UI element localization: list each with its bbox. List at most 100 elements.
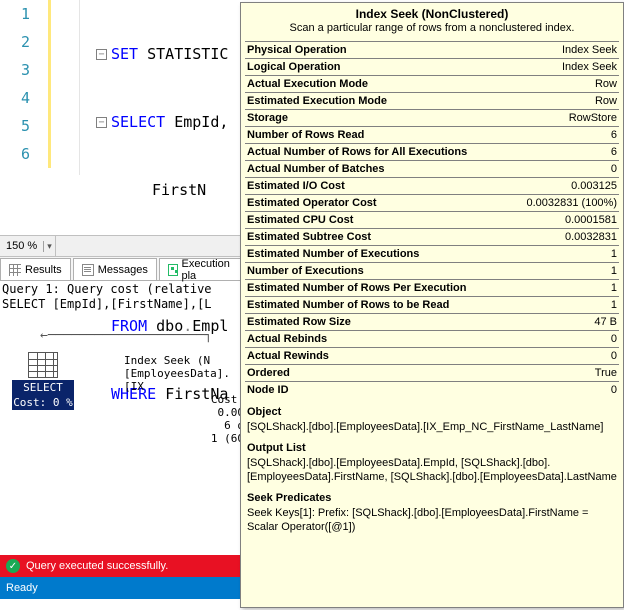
property-row: Actual Rewinds 0 <box>245 347 619 364</box>
property-key: Estimated Row Size <box>247 315 351 329</box>
tab-execution-plan[interactable]: Execution pla <box>159 258 241 280</box>
property-row: Estimated Subtree Cost 0.0032831 <box>245 228 619 245</box>
property-value: 6 <box>611 128 617 142</box>
property-value: 0.0032831 (100%) <box>526 196 617 210</box>
property-row: Number of Rows Read 6 <box>245 126 619 143</box>
property-key: Number of Rows Read <box>247 128 364 142</box>
property-key: Ordered <box>247 366 290 380</box>
property-value: 0.0001581 <box>565 213 617 227</box>
tab-label: Execution pla <box>182 258 233 282</box>
property-key: Estimated Subtree Cost <box>247 230 371 244</box>
seek-line: [EmployeesData].[IX <box>124 367 244 393</box>
property-key: Estimated Execution Mode <box>247 94 387 108</box>
property-row: Ordered True <box>245 364 619 381</box>
property-key: Estimated Operator Cost <box>247 196 377 210</box>
seek-cost-label: Cost: <box>124 393 244 406</box>
property-key: Actual Rebinds <box>247 332 327 346</box>
chevron-down-icon[interactable]: ▾ <box>43 241 55 252</box>
property-row: Logical Operation Index Seek <box>245 58 619 75</box>
property-key: Actual Number of Rows for All Executions <box>247 145 467 159</box>
property-row: Estimated Operator Cost 0.0032831 (100%) <box>245 194 619 211</box>
grid-icon <box>9 264 21 276</box>
property-key: Logical Operation <box>247 60 341 74</box>
property-value: True <box>595 366 617 380</box>
seek-pct-val: 1 (60 <box>124 432 244 445</box>
fold-icon[interactable]: − <box>96 117 107 128</box>
property-key: Estimated Number of Executions <box>247 247 419 261</box>
ready-text: Ready <box>6 582 38 594</box>
property-value: 0.003125 <box>571 179 617 193</box>
tooltip-title: Index Seek (NonClustered) <box>249 7 615 21</box>
tab-messages[interactable]: Messages <box>73 258 157 280</box>
tab-label: Messages <box>98 264 148 276</box>
output-value: [SQLShack].[dbo].[EmployeesData].EmpId, … <box>247 455 617 484</box>
zoom-selector[interactable]: 150 % ▾ <box>0 235 240 257</box>
property-key: Estimated I/O Cost <box>247 179 345 193</box>
property-value: 1 <box>611 298 617 312</box>
property-value: 1 <box>611 264 617 278</box>
property-row: Actual Number of Batches 0 <box>245 160 619 177</box>
property-row: Estimated Number of Rows Per Execution 1 <box>245 279 619 296</box>
property-key: Actual Rewinds <box>247 349 329 363</box>
tooltip-properties: Physical OperationIndex SeekLogical Oper… <box>241 41 623 402</box>
property-value: 0 <box>611 332 617 346</box>
property-key: Actual Number of Batches <box>247 162 385 176</box>
property-key: Estimated CPU Cost <box>247 213 353 227</box>
zoom-value: 150 % <box>0 240 43 252</box>
property-row: StorageRowStore <box>245 109 619 126</box>
tab-results[interactable]: Results <box>0 258 71 280</box>
property-row: Actual Number of Rows for All Executions… <box>245 143 619 160</box>
plan-node-seek[interactable]: Index Seek (N [EmployeesData].[IX Cost: … <box>124 354 244 445</box>
property-value: 0 <box>611 383 617 397</box>
table-icon <box>28 352 58 378</box>
plan-node-label: SELECT <box>12 380 74 395</box>
property-row: Actual Rebinds 0 <box>245 330 619 347</box>
results-tabs: Results Messages Execution pla <box>0 257 240 281</box>
property-value: 6 <box>611 145 617 159</box>
property-row: Estimated Number of Executions 1 <box>245 245 619 262</box>
property-row: Actual Execution Mode Row <box>245 75 619 92</box>
property-key: Storage <box>247 111 288 125</box>
output-heading: Output List <box>247 441 617 455</box>
property-row: Estimated Execution Mode Row <box>245 92 619 109</box>
property-row: Estimated Number of Rows to be Read1 <box>245 296 619 313</box>
seek-predicates-heading: Seek Predicates <box>247 491 617 505</box>
plan-node-cost: Cost: 0 % <box>12 395 74 410</box>
object-value: [SQLShack].[dbo].[EmployeesData].[IX_Emp… <box>247 419 617 434</box>
tooltip-subtitle: Scan a particular range of rows from a n… <box>249 21 615 35</box>
property-row: Node ID 0 <box>245 381 619 398</box>
property-value: Index Seek <box>562 43 617 57</box>
plan-arrow: ←────────────────────┐ <box>40 328 240 342</box>
seek-line: Index Seek (N <box>124 354 244 367</box>
property-key: Node ID <box>247 383 289 397</box>
query-header: Query 1: Query cost (relative SELECT [Em… <box>2 282 242 312</box>
execution-plan-canvas[interactable]: ←────────────────────┐ SELECT Cost: 0 % … <box>0 318 240 558</box>
seek-predicates-value: Seek Keys[1]: Prefix: [SQLShack].[dbo].[… <box>247 505 617 534</box>
check-icon: ✓ <box>6 559 20 573</box>
property-value: Row <box>595 94 617 108</box>
operator-tooltip: Index Seek (NonClustered) Scan a particu… <box>240 2 624 608</box>
query-cost-line: Query 1: Query cost (relative <box>2 282 242 297</box>
property-row: Estimated I/O Cost 0.003125 <box>245 177 619 194</box>
property-value: 0.0032831 <box>565 230 617 244</box>
property-value: 1 <box>611 247 617 261</box>
property-row: Physical Operation Index Seek <box>245 41 619 58</box>
status-text: Query executed successfully. <box>26 560 168 572</box>
plan-node-select[interactable]: SELECT Cost: 0 % <box>12 352 74 410</box>
plan-icon <box>168 264 178 276</box>
property-key: Estimated Number of Rows Per Execution <box>247 281 466 295</box>
tab-label: Results <box>25 264 62 276</box>
property-key: Number of Executions <box>247 264 364 278</box>
query-sql-line: SELECT [EmpId],[FirstName],[L <box>2 297 242 312</box>
object-heading: Object <box>247 405 617 419</box>
property-value: 0 <box>611 162 617 176</box>
property-value: Row <box>595 77 617 91</box>
property-value: 0 <box>611 349 617 363</box>
line-gutter: 1 2 3 4 5 6 <box>0 0 80 175</box>
property-row: Number of Executions 1 <box>245 262 619 279</box>
property-value: Index Seek <box>562 60 617 74</box>
property-key: Actual Execution Mode <box>247 77 368 91</box>
fold-icon[interactable]: − <box>96 49 107 60</box>
property-key: Physical Operation <box>247 43 347 57</box>
property-value: 1 <box>611 281 617 295</box>
